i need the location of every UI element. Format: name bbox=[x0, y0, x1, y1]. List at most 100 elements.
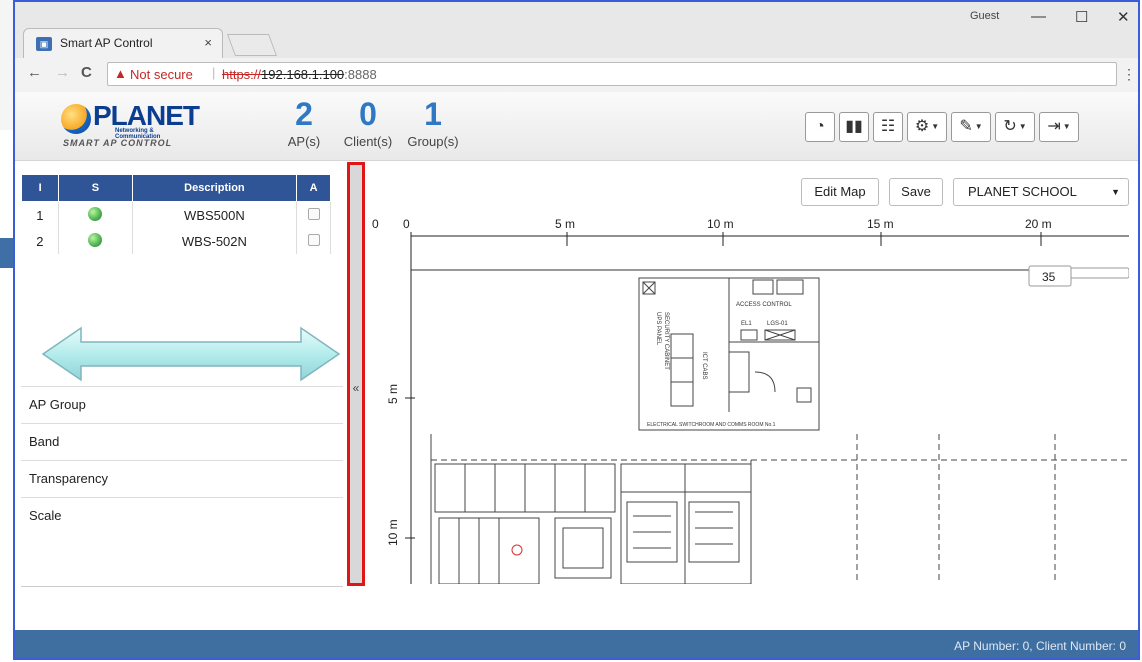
col-index[interactable]: I bbox=[20, 174, 60, 202]
security-label[interactable]: Not secure bbox=[130, 67, 193, 82]
tab-close-icon[interactable]: × bbox=[204, 35, 212, 50]
tools-button[interactable]: ✎ ▼ bbox=[951, 112, 991, 142]
x-tick-label: 15 m bbox=[867, 217, 894, 231]
row-index: 1 bbox=[21, 201, 60, 228]
ap-count-label: AP(s) bbox=[287, 134, 321, 149]
url-text[interactable]: https://192.168.1.100:8888 bbox=[222, 67, 377, 82]
caret-down-icon: ▼ bbox=[1018, 122, 1027, 131]
row-checkbox[interactable] bbox=[307, 207, 320, 220]
forward-button[interactable]: → bbox=[55, 64, 70, 81]
y-tick-label: 5 m bbox=[386, 384, 400, 404]
y-tick-label: 10 m bbox=[386, 519, 400, 546]
back-button[interactable]: ← bbox=[27, 64, 42, 81]
browser-menu-icon[interactable]: ⋮ bbox=[1122, 66, 1136, 83]
x-tick-label: 10 m bbox=[707, 217, 734, 231]
map-select-value: PLANET SCHOOL bbox=[968, 184, 1077, 199]
settings-button[interactable]: ⚙ ▼ bbox=[907, 112, 947, 142]
double-arrow-icon bbox=[41, 326, 341, 382]
table-row[interactable]: 2 WBS-502N bbox=[21, 228, 331, 254]
room-label: ICT CABS bbox=[701, 352, 707, 380]
status-bar: AP Number: 0, Client Number: 0 bbox=[15, 630, 1138, 658]
minimize-button[interactable]: — bbox=[1031, 8, 1046, 25]
panel-splitter[interactable]: « bbox=[347, 162, 365, 586]
client-count-label: Client(s) bbox=[343, 134, 393, 149]
statistics-button[interactable]: ▮▮ bbox=[839, 112, 869, 142]
browser-toolbar: ← → C ▲ Not secure | https://192.168.1.1… bbox=[15, 58, 1138, 93]
edit-map-button[interactable]: Edit Map bbox=[801, 178, 879, 206]
table-row[interactable]: 1 WBS500N bbox=[21, 201, 331, 228]
app-favicon-icon: ▣ bbox=[36, 37, 52, 51]
tab-smart-ap-control[interactable]: ▣ Smart AP Control × bbox=[23, 28, 223, 58]
property-band[interactable]: Band bbox=[21, 423, 343, 460]
ap-side-panel: I S Description A 1 WBS500N 2 WBS-502N A… bbox=[20, 174, 343, 587]
select-cell bbox=[296, 228, 331, 254]
dashboard-icon: ◔ bbox=[815, 118, 825, 135]
url-host: 192.168.1.100 bbox=[261, 67, 345, 82]
group-count[interactable]: 1 Group(s) bbox=[403, 98, 463, 149]
address-bar[interactable]: ▲ Not secure | https://192.168.1.100:888… bbox=[107, 62, 1117, 86]
room-label: EL1 bbox=[741, 321, 752, 327]
room-label: SECURITY CABINET bbox=[663, 312, 669, 370]
url-scheme: https:// bbox=[222, 67, 262, 82]
row-description: WBS500N bbox=[132, 201, 298, 228]
row-checkbox[interactable] bbox=[307, 233, 320, 246]
logout-icon: ⇥ bbox=[1047, 118, 1061, 136]
logout-button[interactable]: ⇥ ▼ bbox=[1039, 112, 1079, 142]
status-text: AP Number: 0, Client Number: 0 bbox=[954, 639, 1126, 653]
close-window-button[interactable]: ✕ bbox=[1117, 8, 1130, 26]
status-cell bbox=[58, 228, 133, 254]
tab-title: Smart AP Control bbox=[60, 36, 153, 50]
dashboard-button[interactable]: ◔ bbox=[805, 112, 835, 142]
refresh-button[interactable]: ↻ ▼ bbox=[995, 112, 1035, 142]
group-count-label: Group(s) bbox=[407, 134, 459, 149]
row-description: WBS-502N bbox=[132, 228, 298, 254]
address-separator: | bbox=[212, 65, 216, 80]
collapse-panel-icon[interactable]: « bbox=[350, 381, 362, 395]
new-tab-button[interactable] bbox=[226, 34, 278, 56]
property-transparency[interactable]: Transparency bbox=[21, 460, 343, 497]
network-button[interactable]: ☷ bbox=[873, 112, 903, 142]
x-tick-label: 5 m bbox=[555, 217, 575, 231]
status-cell bbox=[58, 201, 133, 228]
scale-slider[interactable]: 35 bbox=[1028, 265, 1130, 287]
ruler-corner-label: 0 bbox=[372, 217, 379, 231]
property-ap-group[interactable]: AP Group bbox=[21, 386, 343, 423]
url-port: :8888 bbox=[344, 67, 377, 82]
client-count[interactable]: 0 Client(s) bbox=[335, 98, 401, 149]
property-scale[interactable]: Scale bbox=[21, 497, 343, 534]
wrench-icon: ✎ bbox=[959, 118, 973, 136]
col-a[interactable]: A bbox=[296, 174, 331, 202]
logo-globe-icon bbox=[61, 104, 91, 134]
bar-chart-icon: ▮▮ bbox=[845, 118, 863, 135]
map-select[interactable]: PLANET SCHOOL ▼ bbox=[953, 178, 1129, 206]
chevron-down-icon: ▼ bbox=[1111, 187, 1120, 197]
save-button[interactable]: Save bbox=[889, 178, 943, 206]
gear-icon: ⚙ bbox=[914, 118, 930, 136]
floor-map[interactable]: 0 0 5 m 10 m 15 m 20 m 5 m 10 m 35 ELECT… bbox=[369, 212, 1130, 585]
y-ruler: 5 m 10 m bbox=[386, 236, 415, 584]
col-status[interactable]: S bbox=[58, 174, 133, 202]
app-header: PLANET Networking & Communication SMART … bbox=[15, 92, 1138, 161]
maximize-button[interactable]: ☐ bbox=[1075, 8, 1088, 26]
x-tick-label: 20 m bbox=[1025, 217, 1052, 231]
ap-count[interactable]: 2 AP(s) bbox=[283, 98, 325, 149]
tab-strip: ▣ Smart AP Control × Guest — ☐ ✕ bbox=[15, 2, 1138, 60]
profile-label[interactable]: Guest bbox=[970, 10, 999, 22]
x-tick-label: 0 bbox=[403, 217, 410, 231]
status-online-icon bbox=[88, 232, 103, 247]
floor-plan-canvas[interactable]: 0 0 5 m 10 m 15 m 20 m 5 m 10 m 35 ELECT… bbox=[369, 212, 1130, 585]
ap-count-value: 2 bbox=[295, 96, 313, 132]
status-online-icon bbox=[88, 206, 103, 221]
room-label: ELECTRICAL SWITCHROOM AND COMMS ROOM No.… bbox=[647, 422, 776, 428]
browser-window: ▣ Smart AP Control × Guest — ☐ ✕ ← → C ▲… bbox=[13, 0, 1140, 660]
reload-button[interactable]: C bbox=[81, 64, 92, 81]
room-label: LGS-01 bbox=[767, 321, 788, 327]
x-ruler: 0 5 m 10 m 15 m 20 m bbox=[403, 217, 1129, 246]
caret-down-icon: ▼ bbox=[931, 122, 940, 131]
floor-plan-drawing: ELECTRICAL SWITCHROOM AND COMMS ROOM No.… bbox=[430, 277, 1129, 585]
room-label: ACCESS CONTROL bbox=[736, 302, 792, 308]
row-index: 2 bbox=[21, 228, 60, 254]
client-count-value: 0 bbox=[359, 96, 377, 132]
room-label: UPS PANEL bbox=[655, 312, 661, 346]
col-description[interactable]: Description bbox=[131, 174, 298, 202]
